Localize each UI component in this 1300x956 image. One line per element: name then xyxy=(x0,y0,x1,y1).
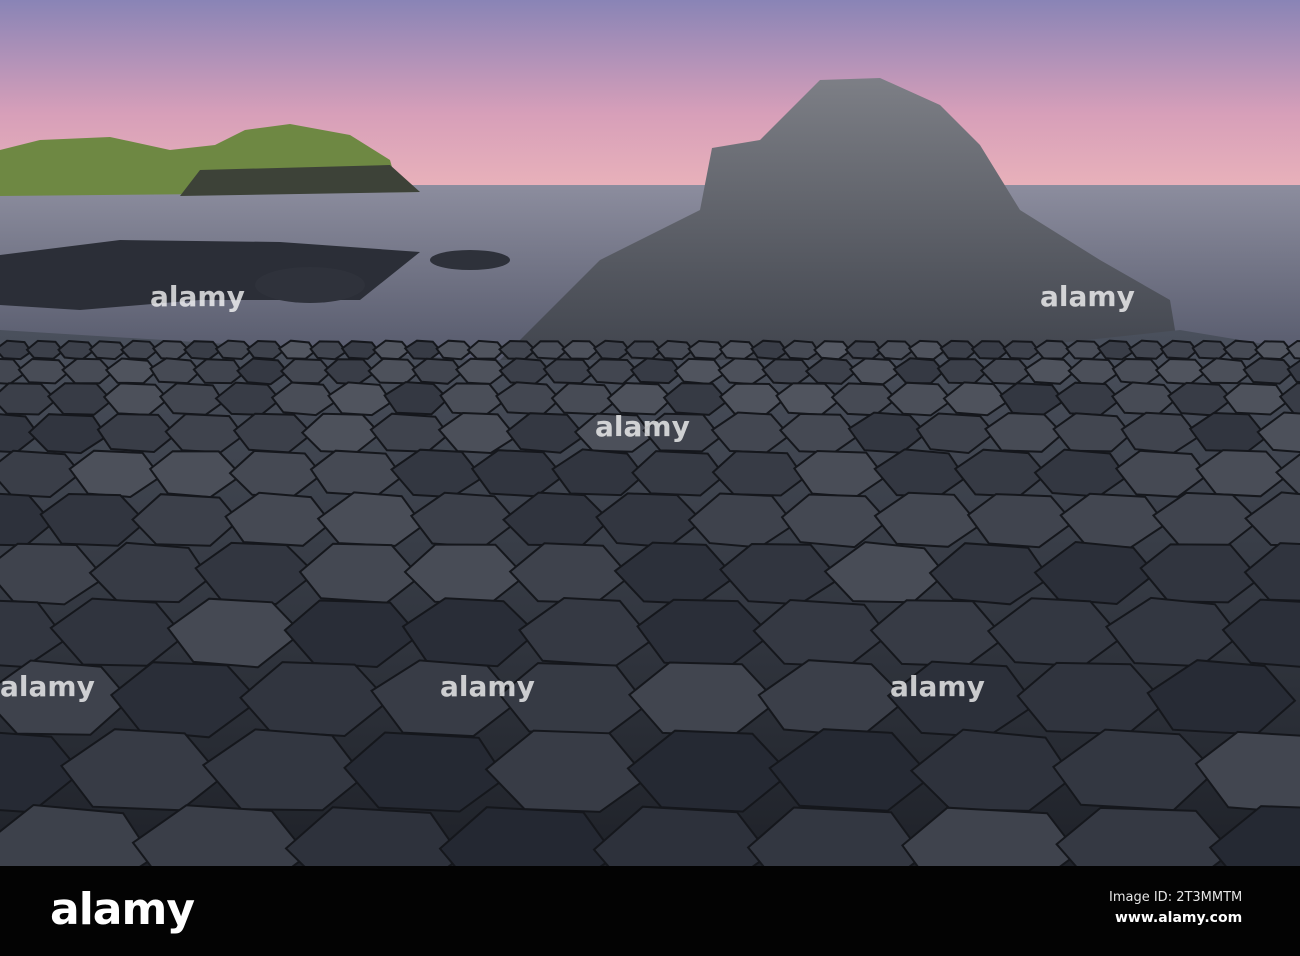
watermark-text: alamy xyxy=(440,670,535,703)
basalt-column-top xyxy=(158,382,225,416)
alamy-logo: alamy xyxy=(50,884,195,935)
basalt-column-top xyxy=(1191,339,1230,360)
watermark-text: alamy xyxy=(150,280,245,313)
basalt-column-top xyxy=(970,340,1010,360)
basalt-column-top xyxy=(687,339,726,360)
site-url: www.alamy.com xyxy=(1115,910,1243,926)
watermark-text: alamy xyxy=(595,410,690,443)
basalt-column-top xyxy=(192,358,245,385)
stock-photo: alamy alamy alamy alamy alamy alamy alam… xyxy=(0,0,1300,956)
footer-bar xyxy=(0,866,1300,956)
image-id: Image ID: 2T3MMTM xyxy=(1109,890,1243,905)
basalt-column-top xyxy=(529,340,569,360)
basalt-column-top xyxy=(1065,339,1104,360)
basalt-column-top xyxy=(1002,340,1041,361)
basalt-column-top xyxy=(542,358,595,385)
basalt-column-top xyxy=(1222,382,1289,416)
basalt-column-top xyxy=(246,339,285,361)
watermark-text: alamy xyxy=(1040,280,1135,313)
basalt-column-top xyxy=(624,340,663,360)
watermark-text: alamy xyxy=(0,670,95,703)
basalt-column-top xyxy=(939,339,978,360)
watermark-text: alamy xyxy=(890,670,985,703)
